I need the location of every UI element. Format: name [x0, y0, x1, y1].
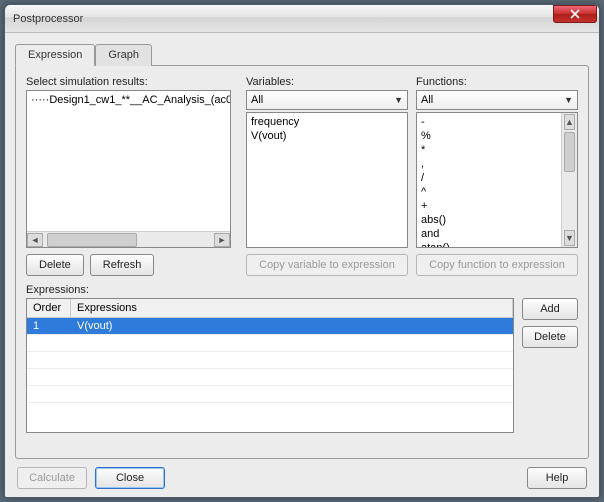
header-expressions[interactable]: Expressions [71, 299, 513, 317]
function-item[interactable]: * [419, 143, 559, 157]
table-row[interactable] [27, 351, 513, 368]
scroll-down-icon[interactable]: ▼ [564, 230, 575, 246]
simresults-tree[interactable]: ·····Design1_cw1_**__AC_Analysis_(ac01) … [26, 90, 231, 248]
add-button[interactable]: Add [522, 298, 578, 320]
cell-order: 1 [27, 318, 71, 334]
table-row[interactable]: 1 V(vout) [27, 318, 513, 334]
copy-var-row: Copy variable to expression [246, 254, 408, 276]
function-item[interactable]: + [419, 199, 559, 213]
functions-filter-combo[interactable]: All ▼ [416, 90, 578, 110]
chevron-down-icon: ▼ [564, 95, 573, 105]
scroll-thumb[interactable] [564, 132, 575, 172]
grid-header: Order Expressions [27, 299, 513, 318]
top-row: Select simulation results: ·····Design1_… [26, 76, 578, 276]
refresh-button[interactable]: Refresh [90, 254, 155, 276]
chevron-down-icon: ▼ [394, 95, 403, 105]
tab-graph[interactable]: Graph [95, 44, 152, 66]
table-row[interactable] [27, 334, 513, 351]
function-item[interactable]: atan() [419, 241, 559, 248]
expressions-side-buttons: Add Delete [522, 298, 578, 433]
scroll-thumb[interactable] [47, 233, 137, 247]
simresults-item[interactable]: ·····Design1_cw1_**__AC_Analysis_(ac01) [29, 93, 228, 107]
titlebar: Postprocessor [5, 5, 599, 33]
variables-filter-combo[interactable]: All ▼ [246, 90, 408, 110]
expressions-section: Expressions: Order Expressions 1 V(vo [26, 284, 578, 433]
simresults-label: Select simulation results: [26, 76, 238, 88]
copy-variable-button[interactable]: Copy variable to expression [246, 254, 408, 276]
dialog-footer: Calculate Close Help [15, 459, 589, 489]
postprocessor-window: Postprocessor Expression Graph Select si… [4, 4, 600, 498]
function-item[interactable]: / [419, 171, 559, 185]
delete-expression-button[interactable]: Delete [522, 326, 578, 348]
expressions-body: Order Expressions 1 V(vout) [26, 298, 578, 433]
function-item[interactable]: - [419, 115, 559, 129]
variable-item[interactable]: frequency [249, 115, 405, 129]
functions-filter-value: All [421, 94, 433, 106]
variables-label: Variables: [246, 76, 408, 88]
scroll-left-icon[interactable]: ◄ [27, 233, 43, 247]
expression-panel: Select simulation results: ·····Design1_… [15, 65, 589, 459]
simresults-column: Select simulation results: ·····Design1_… [26, 76, 238, 276]
close-button[interactable]: Close [95, 467, 165, 489]
scroll-right-icon[interactable]: ► [214, 233, 230, 247]
function-item[interactable]: , [419, 157, 559, 171]
expressions-grid[interactable]: Order Expressions 1 V(vout) [26, 298, 514, 433]
functions-list[interactable]: - % * , / ^ + abs() and atan() avg() ▲ [416, 112, 578, 248]
header-order[interactable]: Order [27, 299, 71, 317]
close-icon [570, 9, 580, 19]
functions-label: Functions: [416, 76, 578, 88]
cell-expression: V(vout) [71, 318, 513, 334]
simresults-buttons: Delete Refresh [26, 254, 238, 276]
table-row[interactable] [27, 385, 513, 402]
footer-left: Calculate Close [17, 467, 165, 489]
scroll-track[interactable] [43, 233, 214, 247]
help-button[interactable]: Help [527, 467, 587, 489]
scroll-track[interactable] [564, 130, 575, 230]
table-row[interactable] [27, 368, 513, 385]
function-item[interactable]: and [419, 227, 559, 241]
horizontal-scrollbar[interactable]: ◄ ► [27, 231, 230, 247]
scroll-up-icon[interactable]: ▲ [564, 114, 575, 130]
variables-list[interactable]: frequency V(vout) [246, 112, 408, 248]
variables-filter-value: All [251, 94, 263, 106]
grid-body: 1 V(vout) [27, 318, 513, 432]
vertical-scrollbar[interactable]: ▲ ▼ [561, 113, 577, 247]
function-item[interactable]: % [419, 129, 559, 143]
copy-func-row: Copy function to expression [416, 254, 578, 276]
functions-column: Functions: All ▼ - % * , / ^ + abs() [416, 76, 578, 276]
table-row[interactable] [27, 402, 513, 419]
expressions-label: Expressions: [26, 284, 578, 296]
variable-item[interactable]: V(vout) [249, 129, 405, 143]
function-item[interactable]: ^ [419, 185, 559, 199]
variables-column: Variables: All ▼ frequency V(vout) Copy … [246, 76, 408, 276]
window-title: Postprocessor [13, 13, 553, 25]
delete-button[interactable]: Delete [26, 254, 84, 276]
copy-function-button[interactable]: Copy function to expression [416, 254, 578, 276]
tab-expression[interactable]: Expression [15, 44, 95, 66]
window-close-button[interactable] [553, 5, 597, 23]
calculate-button[interactable]: Calculate [17, 467, 87, 489]
tab-strip: Expression Graph [15, 44, 589, 66]
expressions-table-wrap: Order Expressions 1 V(vout) [26, 298, 514, 433]
client-area: Expression Graph Select simulation resul… [5, 33, 599, 497]
function-item[interactable]: abs() [419, 213, 559, 227]
